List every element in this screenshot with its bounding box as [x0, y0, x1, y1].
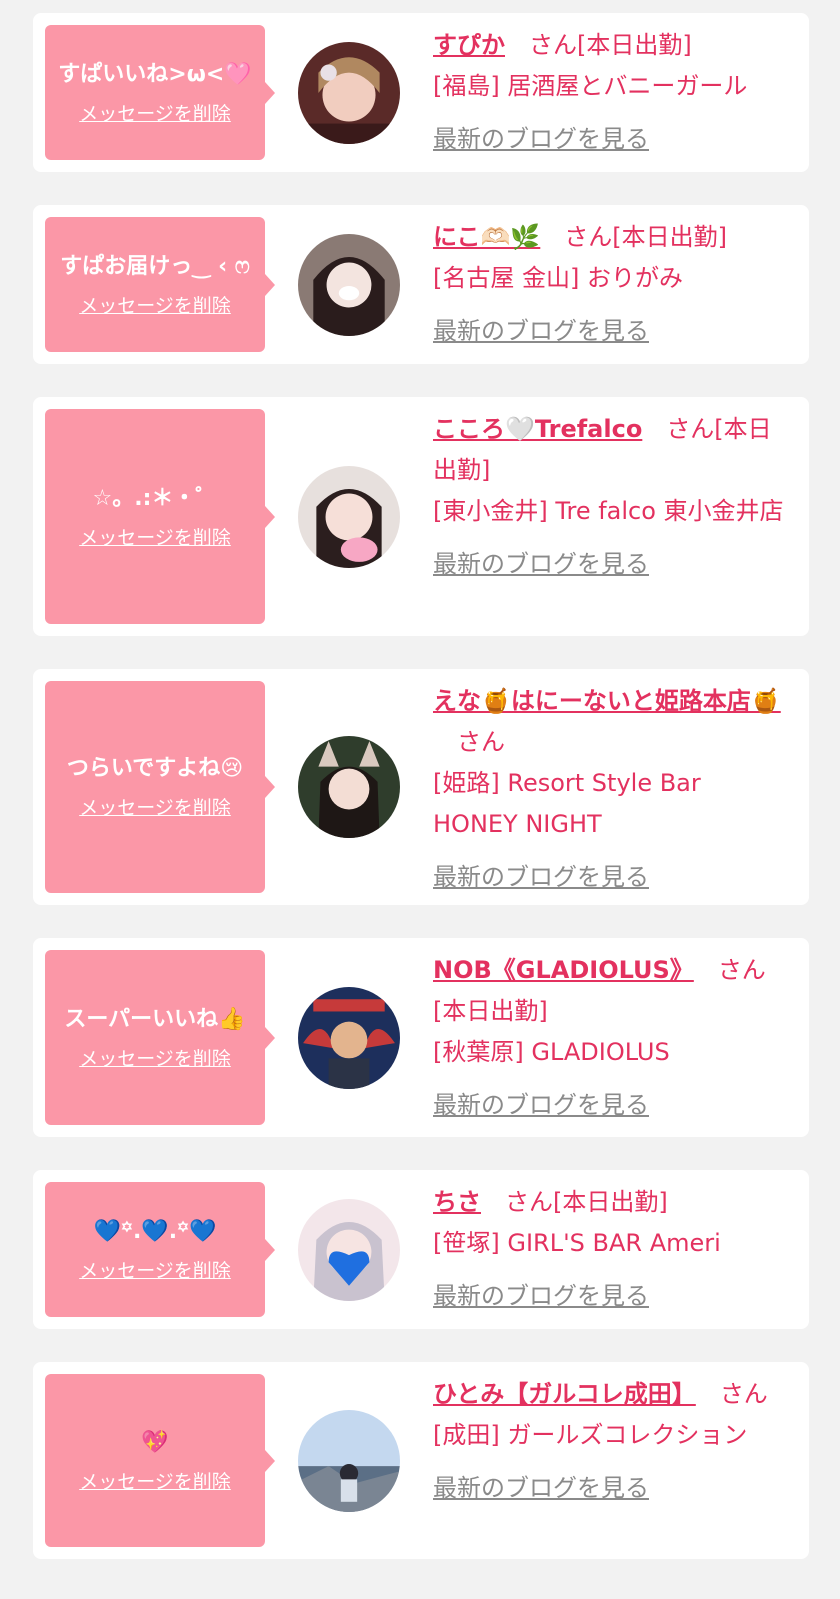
latest-blog-link[interactable]: 最新のブログを見る	[433, 311, 649, 352]
message-text: ☆。.:＊・゜	[92, 485, 218, 511]
message-bubble: 💖 メッセージを削除	[45, 1374, 275, 1547]
message-text: すぱいいね>ω<🩷	[58, 61, 252, 87]
delete-message-link[interactable]: メッセージを削除	[79, 1470, 231, 1494]
shop-name: [福島] 居酒屋とバニーガール	[433, 72, 748, 100]
delete-message-link[interactable]: メッセージを削除	[79, 796, 231, 820]
sender-info: えな🍯はにーないと姫路本店🍯 さん [姫路] Resort Style Bar H…	[433, 669, 789, 910]
avatar[interactable]	[298, 1198, 400, 1301]
sender-name-link[interactable]: こころ🤍Trefalco	[433, 415, 642, 443]
shop-name: [東小金井] Tre falco 東小金井店	[433, 497, 784, 525]
avatar[interactable]	[298, 41, 400, 144]
shop-name: [笹塚] GIRL'S BAR Ameri	[433, 1229, 721, 1257]
delete-message-link[interactable]: メッセージを削除	[79, 294, 231, 318]
delete-message-link[interactable]: メッセージを削除	[79, 1259, 231, 1283]
message-card: 💖 メッセージを削除 ひとみ【ガルコレ成田】 さん [成田] ガールズコレクション…	[33, 1362, 809, 1559]
delete-message-link[interactable]: メッセージを削除	[79, 1047, 231, 1071]
message-bubble: すぱお届けっ‿ ‹ ෆ メッセージを削除	[45, 217, 275, 352]
latest-blog-link[interactable]: 最新のブログを見る	[433, 119, 649, 160]
shop-name: [秋葉原] GLADIOLUS	[433, 1038, 670, 1066]
delete-message-link[interactable]: メッセージを削除	[79, 526, 231, 550]
message-text: つらいですよね😢	[66, 756, 244, 781]
sender-info: NOB《GLADIOLUS》 さん[本日出勤] [秋葉原] GLADIOLUS 最…	[433, 938, 789, 1138]
sender-info: ちさ さん[本日出勤] [笹塚] GIRL'S BAR Ameri 最新のブログを…	[433, 1170, 789, 1329]
message-card: すぱお届けっ‿ ‹ ෆ メッセージを削除 にこ🫶🏻🌿 さん[本日出勤] [名古屋 …	[33, 205, 809, 364]
sender-status: さん[本日出勤]	[529, 31, 692, 59]
message-text: 💙꙳.💙.꙳💙	[93, 1218, 217, 1244]
latest-blog-link[interactable]: 最新のブログを見る	[433, 1468, 649, 1509]
message-card: つらいですよね😢 メッセージを削除 えな🍯はにーないと姫路本店🍯 さん [姫路] …	[33, 669, 809, 905]
message-bubble: 💙꙳.💙.꙳💙 メッセージを削除	[45, 1182, 275, 1317]
message-list: すぱいいね>ω<🩷 メッセージを削除 すぴか さん[本日出勤] [福島] 居酒屋と…	[0, 0, 840, 1559]
message-card: ☆。.:＊・゜ メッセージを削除 こころ🤍Trefalco さん[本日出勤] [東…	[33, 397, 809, 636]
latest-blog-link[interactable]: 最新のブログを見る	[433, 857, 649, 898]
delete-message-link[interactable]: メッセージを削除	[79, 102, 231, 126]
sender-name-link[interactable]: にこ🫶🏻🌿	[433, 223, 540, 251]
message-card: 💙꙳.💙.꙳💙 メッセージを削除 ちさ さん[本日出勤] [笹塚] GIRL'S …	[33, 1170, 809, 1329]
message-bubble: ☆。.:＊・゜ メッセージを削除	[45, 409, 275, 624]
message-text: スーパーいいね👍	[64, 1006, 246, 1032]
latest-blog-link[interactable]: 最新のブログを見る	[433, 1085, 649, 1126]
message-text: すぱお届けっ‿ ‹ ෆ	[60, 253, 250, 279]
sender-info: すぴか さん[本日出勤] [福島] 居酒屋とバニーガール 最新のブログを見る	[433, 13, 789, 172]
latest-blog-link[interactable]: 最新のブログを見る	[433, 1276, 649, 1317]
message-bubble: すぱいいね>ω<🩷 メッセージを削除	[45, 25, 275, 160]
avatar[interactable]	[298, 465, 400, 568]
sender-status: さん	[719, 1380, 768, 1408]
message-bubble: つらいですよね😢 メッセージを削除	[45, 681, 275, 893]
latest-blog-link[interactable]: 最新のブログを見る	[433, 544, 649, 585]
sender-info: こころ🤍Trefalco さん[本日出勤] [東小金井] Tre falco 東小…	[433, 397, 789, 597]
sender-status: さん	[457, 728, 505, 756]
sender-status: さん[本日出勤]	[505, 1188, 668, 1216]
sender-name-link[interactable]: ひとみ【ガルコレ成田】	[433, 1380, 696, 1408]
message-card: スーパーいいね👍 メッセージを削除 NOB《GLADIOLUS》 さん[本日出勤]…	[33, 938, 809, 1137]
shop-name: [成田] ガールズコレクション	[433, 1421, 748, 1449]
avatar[interactable]	[298, 736, 400, 838]
avatar[interactable]	[298, 233, 400, 336]
sender-name-link[interactable]: NOB《GLADIOLUS》	[433, 956, 694, 984]
sender-name-link[interactable]: えな🍯はにーないと姫路本店🍯	[433, 687, 781, 715]
message-card: すぱいいね>ω<🩷 メッセージを削除 すぴか さん[本日出勤] [福島] 居酒屋と…	[33, 13, 809, 172]
shop-name: [姫路] Resort Style Bar HONEY NIGHT	[433, 769, 701, 838]
sender-info: にこ🫶🏻🌿 さん[本日出勤] [名古屋 金山] おりがみ 最新のブログを見る	[433, 205, 789, 364]
sender-name-link[interactable]: すぴか	[433, 31, 505, 59]
avatar[interactable]	[298, 986, 400, 1089]
shop-name: [名古屋 金山] おりがみ	[433, 264, 683, 292]
message-bubble: スーパーいいね👍 メッセージを削除	[45, 950, 275, 1125]
avatar[interactable]	[298, 1409, 400, 1512]
sender-name-link[interactable]: ちさ	[433, 1188, 481, 1216]
sender-status: さん[本日出勤]	[564, 223, 728, 251]
message-text: 💖	[141, 1429, 169, 1455]
sender-info: ひとみ【ガルコレ成田】 さん [成田] ガールズコレクション 最新のブログを見る	[433, 1362, 789, 1521]
